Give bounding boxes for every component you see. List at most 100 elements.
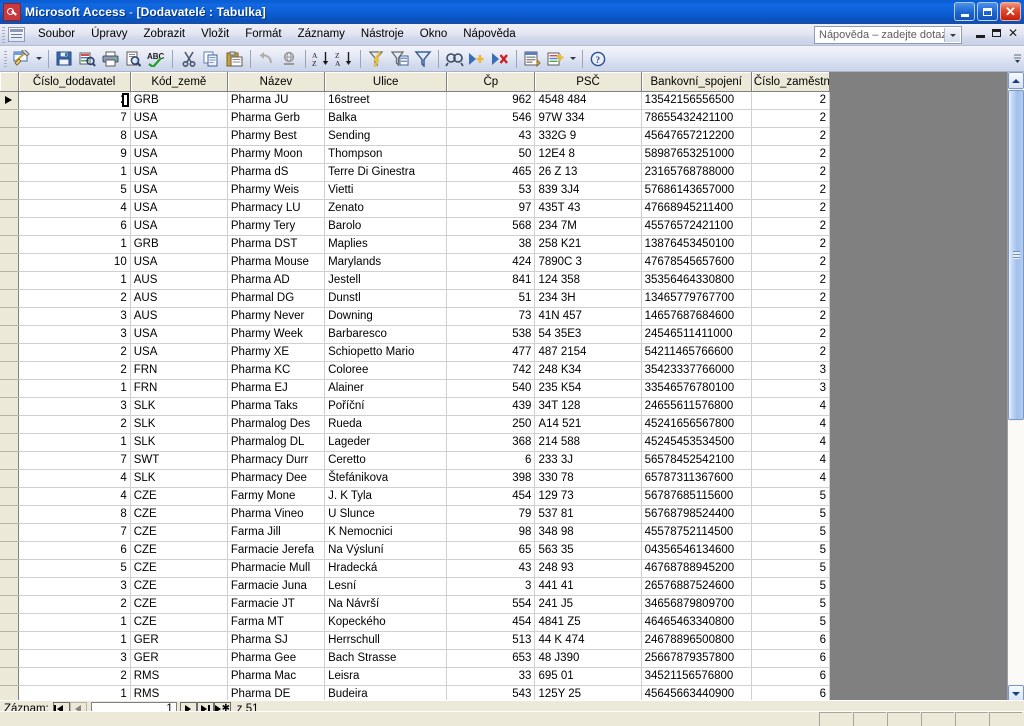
cell-psc[interactable]: 4548 484: [534, 91, 642, 110]
cell-nazev[interactable]: Pharmacie Mull: [227, 559, 326, 578]
cell-psc[interactable]: 332G 9: [534, 127, 642, 146]
cell-ulice[interactable]: Na Návrší: [324, 595, 448, 614]
view-design-button[interactable]: [10, 48, 33, 70]
cell-kod_zeme[interactable]: CZE: [130, 523, 228, 542]
cell-ulice[interactable]: Herrschull: [324, 631, 448, 650]
cell-bankovni_spojeni[interactable]: 78655432421100: [641, 109, 752, 128]
row-selector[interactable]: [0, 397, 19, 416]
menu-item-vlozit[interactable]: Vložit: [193, 26, 237, 43]
cell-bankovni_spojeni[interactable]: 46768788945200: [641, 559, 752, 578]
cell-cislo_dodavatele[interactable]: 2: [18, 343, 131, 362]
cell-ulice[interactable]: Zenato: [324, 199, 448, 218]
cell-cislo_dodavatele[interactable]: 4: [18, 487, 131, 506]
toolbar-overflow-handle[interactable]: [1013, 53, 1022, 65]
table-row[interactable]: 5 USA Pharmy Weis Vietti 53 839 3J4 5768614365…: [0, 181, 831, 200]
row-selector[interactable]: [0, 379, 19, 398]
cell-cislo_dodavatele[interactable]: 7: [18, 109, 131, 128]
row-selector[interactable]: [0, 289, 19, 308]
cell-cislo_zamestnance[interactable]: 2: [751, 163, 831, 182]
cell-cp[interactable]: 962: [446, 91, 536, 110]
cell-psc[interactable]: 124 358: [534, 271, 642, 290]
row-selector[interactable]: [0, 415, 19, 434]
cell-cp[interactable]: 368: [446, 433, 536, 452]
cell-psc[interactable]: 41N 457: [534, 307, 642, 326]
cell-nazev[interactable]: Pharma dS: [227, 163, 326, 182]
cell-psc[interactable]: 563 35: [534, 541, 642, 560]
filter-by-form-button[interactable]: [388, 48, 411, 70]
row-selector[interactable]: [0, 361, 19, 380]
cell-ulice[interactable]: Na Výsluní: [324, 541, 448, 560]
cell-ulice[interactable]: Poříční: [324, 397, 448, 416]
cell-cislo_zamestnance[interactable]: 2: [751, 271, 831, 290]
row-selector[interactable]: [0, 577, 19, 596]
cell-cp[interactable]: 51: [446, 289, 536, 308]
cell-cislo_dodavatele[interactable]: 3: [18, 397, 131, 416]
datasheet-vertical-scrollbar[interactable]: [1007, 72, 1024, 702]
row-selector[interactable]: [0, 307, 19, 326]
cell-psc[interactable]: 330 78: [534, 469, 642, 488]
cell-cp[interactable]: 73: [446, 307, 536, 326]
cell-ulice[interactable]: Vietti: [324, 181, 448, 200]
cell-nazev[interactable]: Farmacie Jerefa: [227, 541, 326, 560]
mdi-close-button[interactable]: ✕: [1008, 27, 1018, 39]
table-row[interactable]: 4 SLK Pharmacy Dee Štefánikova 398 330 78 6578…: [0, 469, 831, 488]
cell-ulice[interactable]: Štefánikova: [324, 469, 448, 488]
cell-cp[interactable]: 53: [446, 181, 536, 200]
cell-kod_zeme[interactable]: AUS: [130, 271, 228, 290]
cell-bankovni_spojeni[interactable]: 34656879809700: [641, 595, 752, 614]
cell-kod_zeme[interactable]: GER: [130, 649, 228, 668]
cell-cislo_zamestnance[interactable]: 5: [751, 487, 831, 506]
table-row[interactable]: 2 RMS Pharma Mac Leisra 33 695 01 345211565768…: [0, 667, 831, 686]
table-row[interactable]: 1 GER Pharma SJ Herrschull 513 44 K 474 246788…: [0, 631, 831, 650]
row-selector[interactable]: [0, 199, 19, 218]
cell-kod_zeme[interactable]: SWT: [130, 451, 228, 470]
table-row[interactable]: 2 SLK Pharmalog Des Rueda 250 A14 521 45241656…: [0, 415, 831, 434]
row-selector[interactable]: [0, 109, 19, 128]
cell-cp[interactable]: 477: [446, 343, 536, 362]
row-selector[interactable]: [0, 271, 19, 290]
cell-bankovni_spojeni[interactable]: 45578752114500: [641, 523, 752, 542]
table-row[interactable]: 3 AUS Pharmy Never Downing 73 41N 457 14657687…: [0, 307, 831, 326]
cell-kod_zeme[interactable]: GER: [130, 631, 228, 650]
cell-kod_zeme[interactable]: USA: [130, 343, 228, 362]
cell-ulice[interactable]: Lesní: [324, 577, 448, 596]
cell-bankovni_spojeni[interactable]: 65787311367600: [641, 469, 752, 488]
menu-item-nastroje[interactable]: Nástroje: [353, 26, 412, 43]
table-row[interactable]: 1 GRB Pharma DST Maplies 38 258 K21 1387645345…: [0, 235, 831, 254]
help-query-box[interactable]: Nápověda – zadejte dotaz: [814, 26, 962, 44]
cell-nazev[interactable]: Pharmy Tery: [227, 217, 326, 236]
cell-psc[interactable]: 54 35E3: [534, 325, 642, 344]
cell-nazev[interactable]: Pharma Mac: [227, 667, 326, 686]
cell-cislo_zamestnance[interactable]: 2: [751, 307, 831, 326]
table-row[interactable]: 9 USA Pharmy Moon Thompson 50 12E4 8 589876532…: [0, 145, 831, 164]
cell-psc[interactable]: A14 521: [534, 415, 642, 434]
cell-psc[interactable]: 537 81: [534, 505, 642, 524]
column-header-psc[interactable]: PSČ: [534, 72, 642, 92]
cell-cislo_dodavatele[interactable]: 1: [18, 163, 131, 182]
table-row[interactable]: 2 USA Pharmy XE Schiopetto Mario 477 487 2154…: [0, 343, 831, 362]
copy-button[interactable]: [200, 48, 223, 70]
cell-ulice[interactable]: Schiopetto Mario: [324, 343, 448, 362]
cell-cislo_zamestnance[interactable]: 2: [751, 127, 831, 146]
cell-ulice[interactable]: Thompson: [324, 145, 448, 164]
cell-bankovni_spojeni[interactable]: 46465463340800: [641, 613, 752, 632]
cell-ulice[interactable]: J. K Tyla: [324, 487, 448, 506]
cell-kod_zeme[interactable]: AUS: [130, 289, 228, 308]
table-row[interactable]: 1 AUS Pharma AD Jestell 841 124 358 3535646433…: [0, 271, 831, 290]
table-row[interactable]: 2GRBPharma JU16street9624548 48413542156…: [0, 91, 831, 110]
cell-cislo_zamestnance[interactable]: 5: [751, 541, 831, 560]
cell-bankovni_spojeni[interactable]: 58987653251000: [641, 145, 752, 164]
cell-cislo_zamestnance[interactable]: 3: [751, 379, 831, 398]
scroll-up-button[interactable]: [1008, 72, 1024, 89]
menu-item-zaznamy[interactable]: Záznamy: [290, 26, 353, 43]
cell-cp[interactable]: 79: [446, 505, 536, 524]
spelling-button[interactable]: ABC: [145, 48, 168, 70]
column-header-cp[interactable]: Čp: [446, 72, 536, 92]
cell-nazev[interactable]: Pharmy Weis: [227, 181, 326, 200]
cell-cp[interactable]: 841: [446, 271, 536, 290]
print-preview-button[interactable]: [122, 48, 145, 70]
column-header-bankovni-spojeni[interactable]: Bankovní_spojení: [641, 72, 752, 92]
cell-bankovni_spojeni[interactable]: 14657687684600: [641, 307, 752, 326]
new-object-dropdown[interactable]: [567, 48, 578, 70]
cell-kod_zeme[interactable]: USA: [130, 109, 228, 128]
